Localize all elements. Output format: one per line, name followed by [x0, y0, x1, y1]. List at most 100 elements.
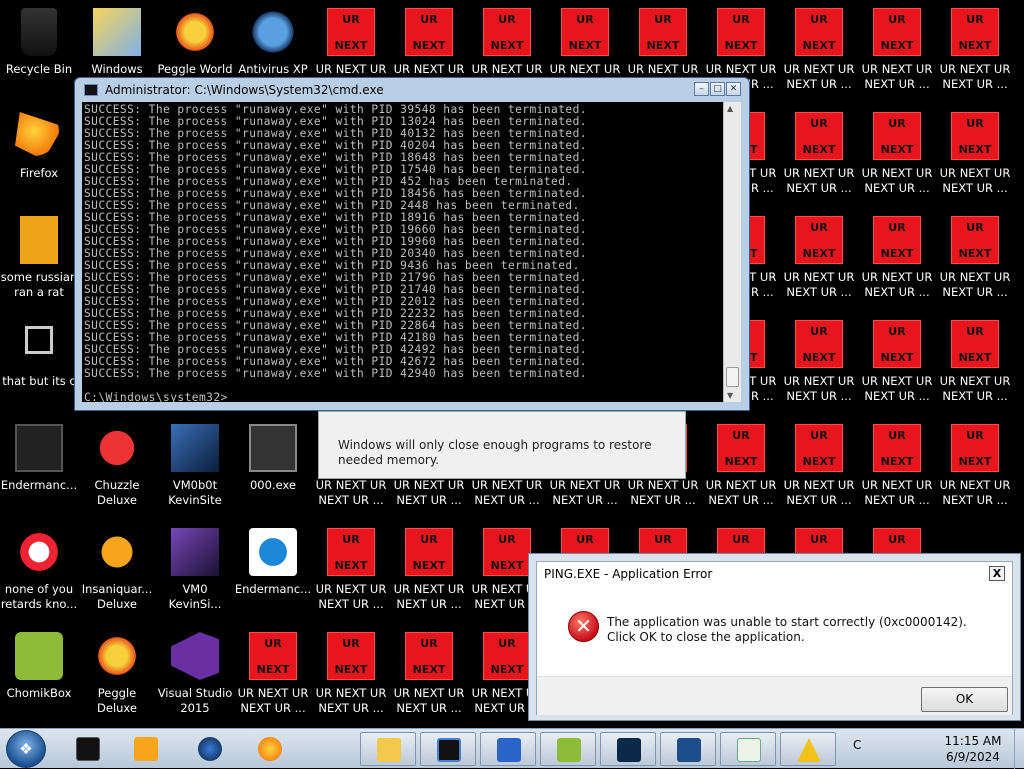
- desktop-icon-000exe[interactable]: 000.exe: [234, 424, 312, 493]
- taskbar-firefox[interactable]: [242, 732, 298, 766]
- desktop-icon-chomikbox[interactable]: ChomikBox: [0, 632, 78, 701]
- ok-button[interactable]: OK: [921, 687, 1008, 712]
- scroll-up-icon[interactable]: ▲: [727, 104, 733, 113]
- desktop-icon-ur-next[interactable]: UR NEXT UR NEXT UR NEXT UR ...: [936, 8, 1014, 92]
- low-memory-dialog: Windows will only close enough programs …: [318, 411, 686, 479]
- desktop-icon-peggle-deluxe[interactable]: Peggle Deluxe: [78, 632, 156, 716]
- ur-glyph-top: UR: [264, 637, 282, 650]
- taskbar-task-manager[interactable]: [600, 732, 656, 766]
- desktop-icon-endermanch-2[interactable]: Endermanc...: [234, 528, 312, 597]
- ur-glyph-bottom: NEXT: [880, 247, 914, 260]
- cmd-titlebar[interactable]: Administrator: C:\Windows\System32\cmd.e…: [75, 78, 749, 102]
- taskbar-malwarebytes[interactable]: [480, 732, 536, 766]
- desktop-icon-vm0b0t[interactable]: VM0b0t KevinSite: [156, 424, 234, 508]
- tray-text: C: [853, 738, 862, 752]
- desktop-icon-visual-studio[interactable]: Visual Studio 2015: [156, 632, 234, 716]
- desktop-icon-ur-next[interactable]: UR NEXT UR NEXT UR NEXT UR ...: [780, 8, 858, 92]
- taskbar-chomikbox[interactable]: [540, 732, 596, 766]
- desktop-icon-ur-next[interactable]: UR NEXT UR NEXT UR NEXT UR ...: [312, 632, 390, 716]
- vertical-scrollbar[interactable]: ▲ ▼: [723, 102, 741, 402]
- desktop-icon-antivirus-xp[interactable]: Antivirus XP: [234, 8, 312, 77]
- desktop-icon-ur-next[interactable]: UR NEXT UR NEXT UR NEXT UR ...: [936, 320, 1014, 404]
- ur-next-label: UR NEXT UR NEXT UR ...: [315, 582, 387, 611]
- error-footer: OK: [537, 676, 1012, 715]
- maximize-button[interactable]: □: [710, 82, 725, 96]
- ur-next-label: UR NEXT UR NEXT UR ...: [471, 478, 543, 507]
- desktop-icon-ur-next[interactable]: UR NEXT UR NEXT UR NEXT UR ...: [234, 632, 312, 716]
- ur-next-icon: UR NEXT: [483, 632, 531, 680]
- error-message: The application was unable to start corr…: [607, 615, 967, 644]
- error-dialog[interactable]: PING.EXE - Application Error X ✕ The app…: [528, 553, 1021, 721]
- close-button[interactable]: ✕: [726, 82, 741, 96]
- desktop-icon-ur-next[interactable]: UR NEXT UR NEXT UR NEXT UR ...: [780, 112, 858, 196]
- ur-next-icon: UR NEXT: [327, 8, 375, 56]
- console-output[interactable]: SUCCESS: The process "runaway.exe" with …: [82, 102, 723, 402]
- close-button[interactable]: X: [989, 566, 1005, 581]
- desktop-icon-some-russian[interactable]: some russian ran a rat: [0, 216, 78, 300]
- desktop-icon-ur-next[interactable]: UR NEXT UR NEXT UR NEXT UR ...: [858, 8, 936, 92]
- recycle-bin-icon: [21, 8, 57, 56]
- ur-glyph-bottom: NEXT: [412, 559, 446, 572]
- desktop-icon-ur-next[interactable]: UR NEXT UR NEXT UR NEXT UR ...: [858, 424, 936, 508]
- error-titlebar[interactable]: PING.EXE - Application Error X: [537, 562, 1012, 585]
- ur-glyph-bottom: NEXT: [490, 663, 524, 676]
- desktop-icon-none-of-you[interactable]: none of you retards kno...: [0, 528, 78, 612]
- desktop-icon-ur-next[interactable]: UR NEXT UR NEXT UR NEXT UR ...: [858, 320, 936, 404]
- desktop-icon-ur-next[interactable]: UR NEXT UR NEXT UR NEXT UR ...: [390, 632, 468, 716]
- scroll-down-icon[interactable]: ▼: [727, 391, 733, 400]
- desktop-icon-peggle-world[interactable]: Peggle World: [156, 8, 234, 77]
- desktop-icon-endermanch[interactable]: Endermanc...: [0, 424, 78, 493]
- ur-glyph-top: UR: [888, 117, 906, 130]
- ur-glyph-top: UR: [498, 533, 516, 546]
- ur-glyph-bottom: NEXT: [334, 39, 368, 52]
- desktop-icon-ur-next[interactable]: UR NEXT UR NEXT UR NEXT UR ...: [936, 424, 1014, 508]
- desktop-icon-ur-next[interactable]: UR NEXT UR NEXT UR NEXT UR ...: [312, 528, 390, 612]
- ur-next-icon: UR NEXT: [483, 8, 531, 56]
- ur-glyph-bottom: NEXT: [880, 351, 914, 364]
- show-desktop-button[interactable]: [1014, 729, 1024, 769]
- start-button[interactable]: ❖: [6, 730, 46, 768]
- ur-next-label: UR NEXT UR NEXT UR ...: [939, 270, 1011, 299]
- desktop-icon-chuzzle[interactable]: Chuzzle Deluxe: [78, 424, 156, 508]
- desktop-icon-ur-next[interactable]: UR NEXT UR NEXT UR NEXT UR ...: [390, 528, 468, 612]
- taskbar-media-player[interactable]: [118, 732, 174, 766]
- ur-next-icon: UR NEXT: [873, 112, 921, 160]
- document-icon: [20, 216, 58, 264]
- desktop-icon-ur-next[interactable]: UR NEXT UR NEXT UR NEXT UR ...: [858, 112, 936, 196]
- shield-icon: [249, 8, 297, 56]
- desktop-icon-ur-next[interactable]: UR NEXT UR NEXT UR NEXT UR ...: [780, 424, 858, 508]
- cmd-window[interactable]: Administrator: C:\Windows\System32\cmd.e…: [74, 77, 750, 411]
- desktop-icon-that-but[interactable]: that but its c: [0, 320, 78, 389]
- scroll-thumb[interactable]: [726, 367, 739, 387]
- taskbar-cmd[interactable]: [420, 732, 476, 766]
- ur-next-icon: UR NEXT: [405, 528, 453, 576]
- app-icon: [249, 424, 297, 472]
- task-manager-icon: [617, 738, 641, 762]
- desktop-icon-ur-next[interactable]: UR NEXT UR NEXT UR NEXT UR ...: [936, 216, 1014, 300]
- taskbar-screen[interactable]: [660, 732, 716, 766]
- ur-glyph-bottom: NEXT: [412, 39, 446, 52]
- desktop-icon-ur-next[interactable]: UR NEXT UR NEXT UR NEXT UR ...: [936, 112, 1014, 196]
- desktop-icon-vm0[interactable]: VM0 KevinSi...: [156, 528, 234, 612]
- desktop-icon-insaniquarium[interactable]: Insaniquar... Deluxe: [78, 528, 156, 612]
- ur-next-label: UR NEXT UR NEXT UR ...: [861, 374, 933, 403]
- ur-next-icon: UR NEXT: [717, 8, 765, 56]
- ur-next-icon: UR NEXT: [795, 216, 843, 264]
- desktop-icon-recycle-bin[interactable]: Recycle Bin: [0, 8, 78, 77]
- taskbar-warning[interactable]: [780, 732, 836, 766]
- desktop-icon-ur-next[interactable]: UR NEXT UR NEXT UR NEXT UR ...: [780, 216, 858, 300]
- desktop-icon-firefox[interactable]: Firefox: [0, 112, 78, 181]
- clock[interactable]: 11:15 AM 6/9/2024: [940, 733, 1006, 765]
- taskbar-explorer[interactable]: [360, 732, 416, 766]
- desktop-icon-ur-next[interactable]: UR NEXT UR NEXT UR NEXT UR ...: [702, 424, 780, 508]
- minimize-button[interactable]: –: [694, 82, 709, 96]
- taskbar-notepad[interactable]: [720, 732, 776, 766]
- taskbar-app[interactable]: [60, 732, 116, 766]
- ur-next-label: UR NEXT UR NEXT UR ...: [393, 686, 465, 715]
- desktop-icon-ur-next[interactable]: UR NEXT UR NEXT UR NEXT UR ...: [858, 216, 936, 300]
- ur-next-icon: UR NEXT: [327, 632, 375, 680]
- taskbar-globe[interactable]: [182, 732, 238, 766]
- clock-date: 6/9/2024: [946, 750, 1000, 764]
- desktop-icon-ur-next[interactable]: UR NEXT UR NEXT UR NEXT UR ...: [780, 320, 858, 404]
- ur-glyph-top: UR: [810, 117, 828, 130]
